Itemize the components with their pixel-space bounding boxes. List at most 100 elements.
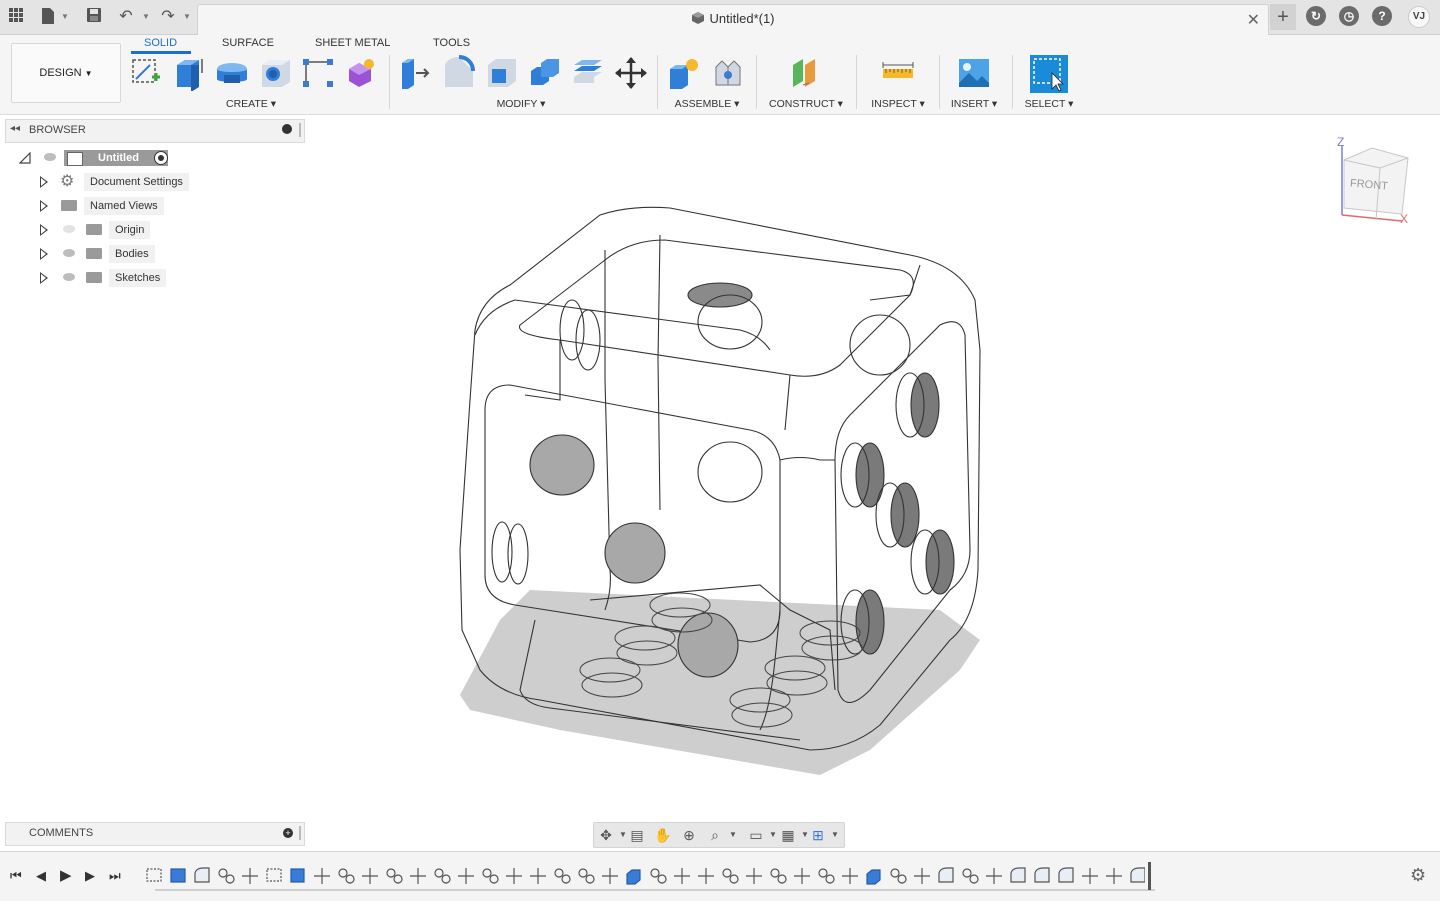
tree-root-untitled[interactable]: Untitled xyxy=(18,148,178,168)
timeline-move-icon[interactable] xyxy=(530,868,546,884)
expand-triangle-icon[interactable] xyxy=(40,272,48,284)
orbit-icon[interactable]: ✥ xyxy=(597,826,615,844)
fit-caret-icon[interactable]: ▼ xyxy=(724,826,742,844)
step-forward-icon[interactable]: ▶ xyxy=(85,868,95,884)
timeline-pattern-icon[interactable] xyxy=(554,868,564,878)
timeline-extrude-icon[interactable] xyxy=(170,868,186,883)
fit-icon[interactable]: ⌕ xyxy=(706,826,724,844)
file-menu-caret-icon[interactable]: ▼ xyxy=(61,12,69,21)
redo-caret-icon[interactable]: ▼ xyxy=(183,12,191,21)
expand-triangle-icon[interactable] xyxy=(40,200,48,212)
undo-icon[interactable]: ↶ xyxy=(116,7,136,27)
timeline-pattern-icon[interactable] xyxy=(897,874,907,884)
document-tab[interactable]: Untitled*(1) ✕ xyxy=(197,4,1269,35)
workspace-switcher-button[interactable]: DESIGN ▼ xyxy=(11,43,121,103)
move-icon[interactable] xyxy=(613,55,649,91)
timeline-move-icon[interactable] xyxy=(410,868,426,884)
timeline-pattern-icon[interactable] xyxy=(585,874,595,884)
tree-item-bodies[interactable]: Bodies xyxy=(38,244,208,264)
timeline-move-icon[interactable] xyxy=(842,868,858,884)
timeline-sketch-icon[interactable] xyxy=(266,868,282,882)
combine-icon[interactable] xyxy=(527,55,563,91)
timeline-pattern-icon[interactable] xyxy=(650,868,660,878)
press-pull-icon[interactable] xyxy=(398,55,434,91)
tree-item-document-settings[interactable]: ⚙ Document Settings xyxy=(38,172,208,192)
timeline-pattern-icon[interactable] xyxy=(482,868,492,878)
timeline-pattern-icon[interactable] xyxy=(825,874,835,884)
timeline-fillet-icon[interactable] xyxy=(1010,867,1026,883)
timeline-move-icon[interactable] xyxy=(242,868,258,884)
undo-caret-icon[interactable]: ▼ xyxy=(142,12,150,21)
modify-menu[interactable]: MODIFY ▾ xyxy=(484,98,558,110)
timeline-pattern-icon[interactable] xyxy=(770,868,780,878)
viewcube[interactable]: Z X FRONT xyxy=(1330,135,1415,230)
timeline-fillet-icon[interactable] xyxy=(1058,867,1074,883)
timeline-pattern-icon[interactable] xyxy=(722,868,732,878)
timeline-pattern-icon[interactable] xyxy=(225,874,235,884)
timeline-pattern-icon[interactable] xyxy=(345,874,355,884)
timeline-pattern-icon[interactable] xyxy=(386,868,396,878)
timeline-playhead[interactable] xyxy=(1148,862,1151,890)
expand-triangle-icon[interactable] xyxy=(40,176,48,188)
timeline-pattern-icon[interactable] xyxy=(218,868,228,878)
visibility-eye-icon[interactable] xyxy=(63,273,75,281)
comments-panel[interactable]: COMMENTS + xyxy=(5,822,305,846)
fillet-icon[interactable] xyxy=(441,55,477,91)
dice-model-viewport[interactable] xyxy=(440,190,1000,790)
timeline-move-icon[interactable] xyxy=(986,868,1002,884)
tab-tools[interactable]: TOOLS xyxy=(433,37,470,49)
timeline-fillet-icon[interactable] xyxy=(194,867,210,883)
timeline-pattern-icon[interactable] xyxy=(393,874,403,884)
play-icon[interactable]: ▶ xyxy=(60,866,72,884)
go-to-start-icon[interactable]: ⏮ xyxy=(10,868,22,884)
tree-item-sketches[interactable]: Sketches xyxy=(38,268,208,288)
insert-image-icon[interactable] xyxy=(956,55,992,91)
tab-solid[interactable]: SOLID xyxy=(144,37,177,49)
save-icon[interactable] xyxy=(84,7,104,27)
timeline-move-icon[interactable] xyxy=(674,868,690,884)
offset-plane-icon[interactable] xyxy=(789,55,825,91)
timeline-move-icon[interactable] xyxy=(1106,868,1122,884)
timeline-pattern-icon[interactable] xyxy=(578,868,588,878)
timeline-fillet-icon[interactable] xyxy=(1130,867,1145,883)
timeline-extrude-icon[interactable] xyxy=(290,868,305,883)
timeline-move-icon[interactable] xyxy=(914,868,930,884)
collapse-panel-icon[interactable]: ◂◂ xyxy=(10,123,20,134)
panel-resize-handle[interactable] xyxy=(299,123,301,137)
select-menu[interactable]: SELECT ▾ xyxy=(1020,98,1078,110)
timeline-combine-icon[interactable] xyxy=(866,869,881,885)
hole-icon[interactable] xyxy=(258,55,294,91)
timeline-move-icon[interactable] xyxy=(314,868,330,884)
create-menu[interactable]: CREATE ▾ xyxy=(214,98,288,110)
timeline-pattern-icon[interactable] xyxy=(338,868,348,878)
job-status-icon[interactable]: ↻ xyxy=(1306,6,1326,26)
select-tool-icon[interactable] xyxy=(1030,55,1068,93)
timeline-features[interactable] xyxy=(145,866,1145,886)
timeline-pattern-icon[interactable] xyxy=(777,874,787,884)
new-component-icon[interactable] xyxy=(666,55,702,91)
new-tab-plus-icon[interactable]: + xyxy=(1270,4,1296,30)
shell-icon[interactable] xyxy=(484,55,520,91)
insert-menu[interactable]: INSERT ▾ xyxy=(946,98,1002,110)
timeline-pattern-icon[interactable] xyxy=(657,874,667,884)
timeline-move-icon[interactable] xyxy=(602,868,618,884)
activate-component-radio-icon[interactable] xyxy=(154,151,168,165)
timeline-fillet-icon[interactable] xyxy=(938,867,954,883)
inspect-menu[interactable]: INSPECT ▾ xyxy=(868,98,928,110)
timeline-pattern-icon[interactable] xyxy=(818,868,828,878)
construct-menu[interactable]: CONSTRUCT ▾ xyxy=(766,98,846,110)
revolve-icon[interactable] xyxy=(214,55,250,91)
extrude-icon[interactable] xyxy=(171,55,207,92)
create-sketch-icon[interactable] xyxy=(128,55,164,91)
look-at-icon[interactable]: ▤ xyxy=(628,826,646,844)
timeline-combine-icon[interactable] xyxy=(626,869,641,885)
timeline-move-icon[interactable] xyxy=(1082,868,1098,884)
browser-panel-header[interactable]: ◂◂ BROWSER xyxy=(5,119,305,143)
go-to-end-icon[interactable]: ⏭ xyxy=(109,868,121,884)
timeline-settings-gear-icon[interactable]: ⚙ xyxy=(1410,865,1426,886)
collapse-triangle-icon[interactable] xyxy=(19,152,31,164)
timeline-sketch-icon[interactable] xyxy=(146,868,162,882)
measure-icon[interactable] xyxy=(880,55,916,91)
tree-item-origin[interactable]: Origin xyxy=(38,220,208,240)
grid-icon[interactable]: ▦ xyxy=(779,826,797,844)
